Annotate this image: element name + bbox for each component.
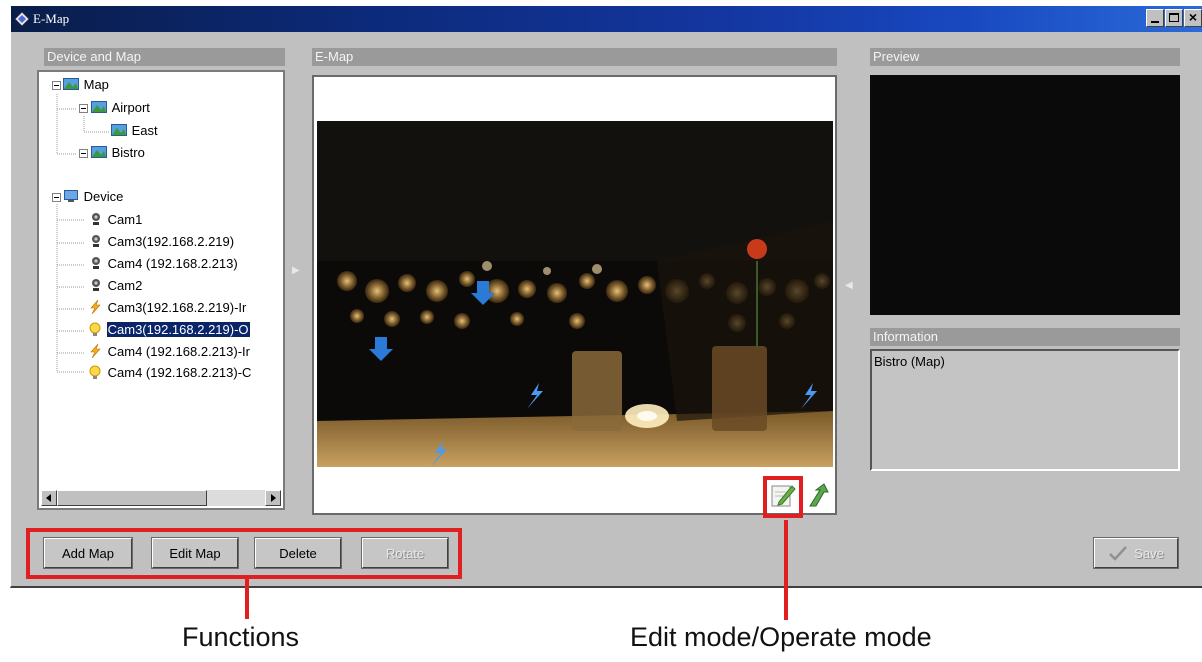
lightning-icon <box>90 299 101 315</box>
preview-area <box>870 75 1180 315</box>
tree-label: Cam3(192.168.2.219)-O <box>105 321 251 338</box>
operate-mode-icon[interactable] <box>806 482 832 508</box>
tree-label: Bistro <box>111 145 145 160</box>
edit-mode-icon[interactable] <box>770 482 796 508</box>
tree-node-cam1[interactable]: Cam1 <box>87 211 143 229</box>
save-label: Save <box>1134 545 1164 561</box>
delete-button[interactable]: Delete <box>254 537 342 569</box>
camera-icon <box>92 279 100 291</box>
tree-lines <box>52 81 109 373</box>
lightning-icon <box>90 343 101 359</box>
tree-horizontal-scrollbar[interactable] <box>41 490 281 506</box>
scroll-left-button[interactable] <box>41 490 57 506</box>
left-arrow-icon <box>46 494 51 502</box>
light-bulb-icon <box>89 322 101 336</box>
tree-label: Cam3(192.168.2.219)-Ir <box>107 300 247 315</box>
edit-map-button[interactable]: Edit Map <box>151 537 239 569</box>
mode-callout-line <box>784 520 788 620</box>
mode-label: Edit mode/Operate mode <box>630 622 932 652</box>
tree-label: Airport <box>111 100 150 115</box>
camera-icon <box>92 213 100 225</box>
window-title: E-Map <box>33 11 70 26</box>
checkmark-icon <box>1109 546 1128 561</box>
tree-label: Cam4 (192.168.2.213)-C <box>107 365 252 380</box>
information-box: Bistro (Map) <box>870 349 1180 471</box>
map-icon <box>63 78 79 90</box>
tree-label: Cam2 <box>107 278 143 293</box>
right-arrow-icon <box>271 494 276 502</box>
device-map-tree[interactable]: Map Airport East Bistro Device Cam1 Cam3… <box>37 70 285 510</box>
add-map-button[interactable]: Add Map <box>43 537 133 569</box>
save-button[interactable]: Save <box>1093 537 1179 569</box>
close-button[interactable]: × <box>1184 9 1202 27</box>
scroll-right-button[interactable] <box>265 490 281 506</box>
collapse-right-icon[interactable]: ◀ <box>845 280 853 291</box>
map-icon <box>91 101 107 113</box>
camera-icon <box>92 257 100 269</box>
tree-node-east[interactable]: East <box>111 122 159 140</box>
tree-node-map[interactable]: Map <box>63 76 110 94</box>
tree-label: East <box>131 123 158 138</box>
maximize-button[interactable] <box>1165 9 1183 27</box>
map-icon <box>91 146 107 158</box>
device-panel-header: Device and Map <box>44 48 285 66</box>
tree-node-device[interactable]: Device <box>63 188 124 206</box>
rotate-button[interactable]: Rotate <box>361 537 449 569</box>
tree-label: Cam4 (192.168.2.213) <box>107 256 238 271</box>
emap-panel-header: E-Map <box>312 48 837 66</box>
tree-label: Cam1 <box>107 212 143 227</box>
information-text: Bistro (Map) <box>874 354 945 369</box>
monitor-icon <box>64 190 78 202</box>
tree-node-airport[interactable]: Airport <box>91 99 151 117</box>
light-bulb-icon <box>89 365 101 379</box>
information-panel-header: Information <box>870 328 1180 346</box>
tree-node-bistro[interactable]: Bistro <box>91 144 146 162</box>
tree-node-cam4-input[interactable]: Cam4 (192.168.2.213)-Ir <box>87 343 251 361</box>
tree-node-cam3-output[interactable]: Cam3(192.168.2.219)-O <box>87 321 251 339</box>
tree-node-cam4[interactable]: Cam4 (192.168.2.213) <box>87 255 239 273</box>
tree-label: Device <box>83 189 124 204</box>
functions-callout-line <box>245 579 249 619</box>
map-image <box>317 121 833 467</box>
tree-label: Map <box>83 77 109 92</box>
tree-label: Cam4 (192.168.2.213)-Ir <box>107 344 250 359</box>
scroll-thumb[interactable] <box>57 490 207 506</box>
title-bar[interactable]: E-Map × <box>11 6 1202 32</box>
collapse-left-icon[interactable]: ▶ <box>292 265 300 276</box>
tree-node-cam2[interactable]: Cam2 <box>87 277 143 295</box>
minimize-button[interactable] <box>1146 9 1164 27</box>
tree-node-cam3[interactable]: Cam3(192.168.2.219) <box>87 233 235 251</box>
emap-canvas[interactable] <box>312 75 837 518</box>
close-icon: × <box>1188 9 1198 25</box>
functions-label: Functions <box>182 622 300 652</box>
preview-panel-header: Preview <box>870 48 1180 66</box>
camera-icon <box>92 235 100 247</box>
tree-label: Cam3(192.168.2.219) <box>107 234 235 249</box>
map-icon <box>111 124 127 136</box>
app-icon <box>15 12 29 26</box>
tree-node-cam3-input[interactable]: Cam3(192.168.2.219)-Ir <box>87 299 247 317</box>
tree-node-cam4-output[interactable]: Cam4 (192.168.2.213)-C <box>87 364 252 382</box>
